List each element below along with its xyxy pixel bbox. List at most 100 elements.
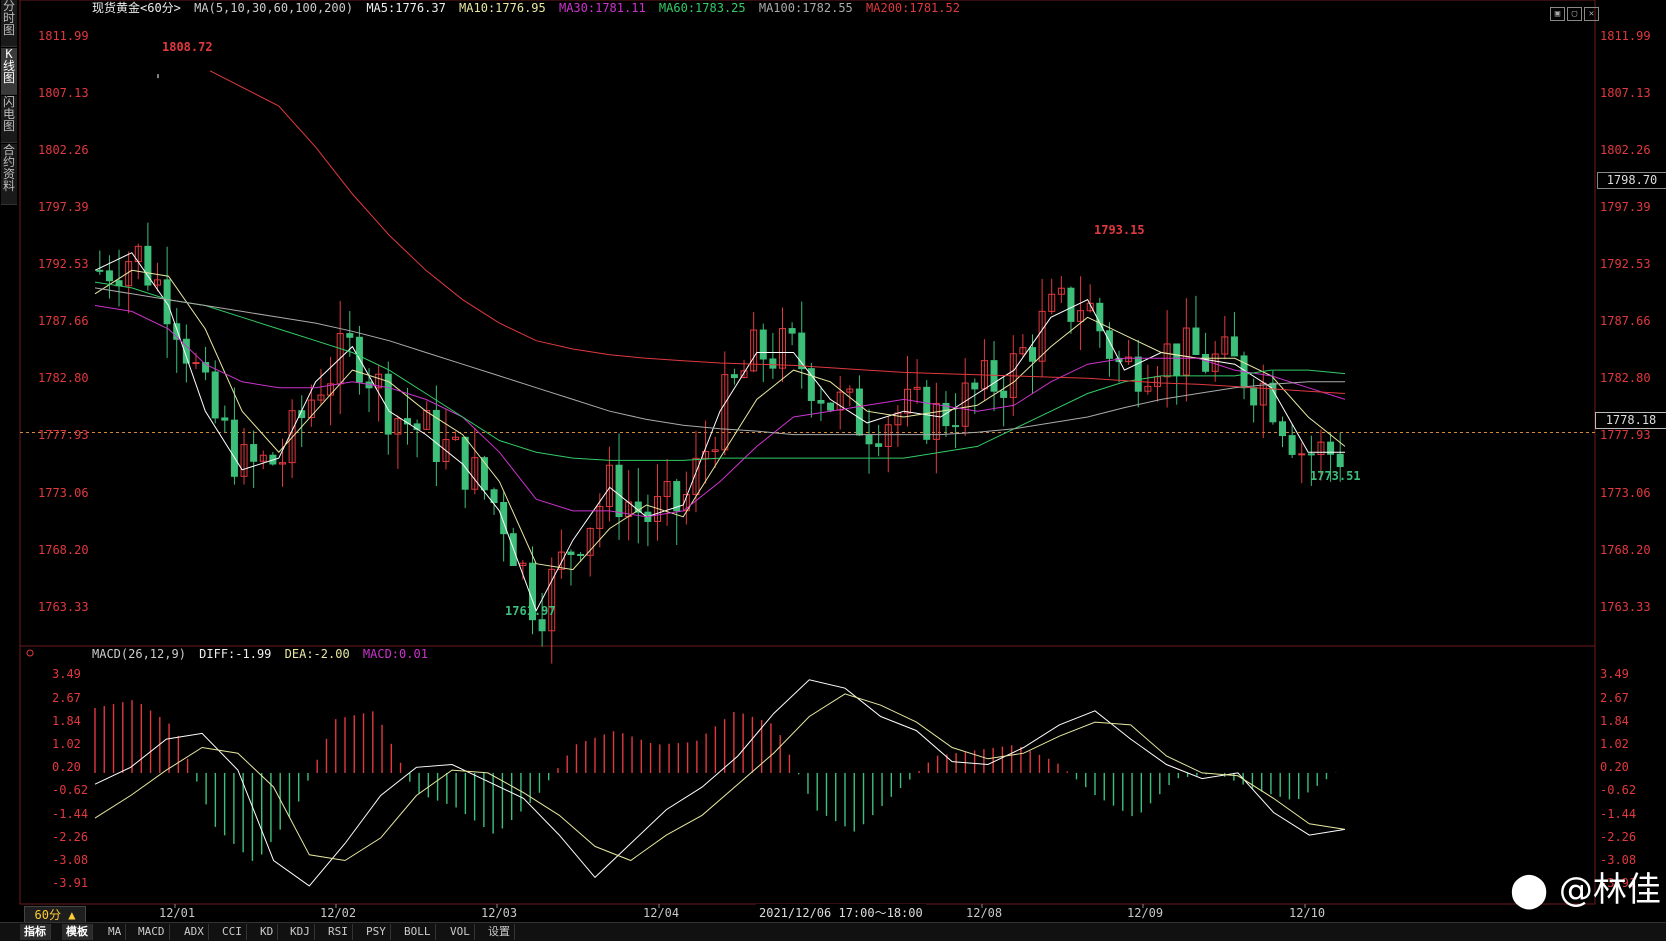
price-tick-left: 1811.99 — [38, 28, 89, 43]
macd-tick-right: -1.44 — [1600, 806, 1637, 821]
macd-tick-left: 2.67 — [52, 690, 81, 705]
instrument-name: 现货黄金<60分> — [92, 1, 181, 15]
candle-body — [865, 434, 873, 445]
candle-body — [759, 329, 767, 360]
price-tick-right: 1797.39 — [1600, 200, 1651, 215]
ma5-value: MA5:1776.37 — [366, 1, 446, 15]
candle-body — [730, 374, 738, 379]
trough-low2-label: 1773.51 — [1310, 469, 1361, 483]
macd-value: MACD:0.01 — [362, 647, 428, 661]
candle-body — [1288, 435, 1296, 455]
ma200-value: MA200:1781.52 — [866, 1, 960, 15]
price-tick-left: 1807.13 — [38, 85, 89, 100]
indicator-tab[interactable]: PSY — [362, 924, 391, 940]
chart-canvas[interactable] — [0, 0, 1666, 940]
price-tick-left: 1763.33 — [38, 599, 89, 614]
macd-tick-right: 2.67 — [1600, 690, 1629, 705]
macd-settings-icon — [26, 649, 34, 657]
indicator-tab[interactable]: 模板 — [62, 924, 93, 940]
candle-body — [346, 333, 354, 338]
restore-icon[interactable]: ▣ — [1550, 7, 1565, 21]
indicator-tab[interactable]: CCI — [218, 924, 247, 940]
candle-body — [230, 419, 238, 477]
maximize-icon[interactable]: ▢ — [1567, 7, 1582, 21]
date-tick: 12/02 — [320, 906, 357, 920]
price-tick-right: 1787.66 — [1600, 314, 1651, 329]
price-tick-left: 1768.20 — [38, 542, 89, 557]
price-tick-right: 1763.33 — [1600, 599, 1651, 614]
candle-body — [952, 425, 960, 428]
macd-tick-right: 0.20 — [1600, 760, 1629, 775]
dea-value: DEA:-2.00 — [284, 647, 350, 661]
candle-body — [1000, 390, 1008, 398]
ma-line-ma10 — [94, 269, 1346, 571]
macd-tick-right: -0.62 — [1600, 783, 1637, 798]
trough-low-label: 1761.97 — [505, 604, 556, 618]
indicator-tab[interactable]: 设置 — [484, 924, 515, 940]
candle-body — [567, 551, 575, 555]
candle-body — [461, 436, 469, 490]
indicator-tab[interactable]: RSI — [324, 924, 353, 940]
price-tick-left: 1787.66 — [38, 314, 89, 329]
close-icon[interactable]: ✕ — [1584, 7, 1599, 21]
ma-line-ma5 — [94, 252, 1345, 612]
candle-body — [1250, 387, 1258, 406]
macd-tick-left: -3.91 — [52, 876, 89, 891]
candle-body — [211, 371, 219, 419]
candle-body — [1336, 453, 1344, 468]
indicator-tab[interactable]: BOLL — [400, 924, 436, 940]
price-tick-right: 1807.13 — [1600, 85, 1651, 100]
candle-body — [855, 388, 863, 436]
candle-body — [105, 270, 113, 282]
price-tick-right: 1777.93 — [1600, 428, 1651, 443]
price-tick-left: 1777.93 — [38, 428, 89, 443]
indicator-tab-bar: 指标 模板 MA MACD ADX CCI KD KDJ RSI PSY BOLL VOL 设置 — [0, 922, 1666, 941]
candle-body — [1202, 353, 1210, 372]
candle-body — [769, 358, 777, 369]
candle-body — [96, 269, 104, 272]
macd-tick-left: -1.44 — [52, 806, 89, 821]
macd-params: MACD(26,12,9) — [92, 647, 186, 661]
candle-body — [615, 464, 623, 518]
candle-body — [875, 443, 883, 447]
indicator-tab[interactable]: VOL — [446, 924, 475, 940]
indicator-tab[interactable]: MACD — [134, 924, 170, 940]
indicator-tab[interactable]: KD — [256, 924, 279, 940]
date-tick: 12/10 — [1289, 906, 1326, 920]
crosshair-time-label: 2021/12/06 17:00～18:00 — [756, 904, 926, 921]
price-tick-right: 1782.80 — [1600, 371, 1651, 386]
indicator-tab[interactable]: ADX — [180, 924, 209, 940]
ma10-value: MA10:1776.95 — [459, 1, 546, 15]
macd-tick-left: 1.02 — [52, 737, 81, 752]
candle-body — [1029, 347, 1036, 362]
price-tick-right: 1768.20 — [1600, 542, 1651, 557]
peak-high-label: 1808.72 — [162, 40, 213, 54]
indicator-tab[interactable]: MA — [104, 924, 127, 940]
date-tick: 12/04 — [643, 906, 680, 920]
current-price-box: 1778.18 — [1595, 412, 1666, 429]
diff-value: DIFF:-1.99 — [199, 647, 272, 661]
macd-line-dea — [94, 693, 1346, 862]
candle-body — [577, 553, 585, 556]
candle-body — [807, 368, 815, 401]
candle-body — [788, 328, 796, 334]
price-tick-left: 1782.80 — [38, 371, 89, 386]
candle-body — [192, 362, 200, 365]
crosshair-price-box: 1798.70 — [1597, 172, 1666, 189]
ma100-value: MA100:1782.55 — [758, 1, 853, 15]
macd-tick-left: 3.49 — [52, 667, 81, 682]
candle-body — [115, 280, 123, 287]
peak-high2-label: 1793.15 — [1094, 223, 1145, 237]
ma60-value: MA60:1783.25 — [658, 1, 746, 15]
indicator-tab[interactable]: 指标 — [20, 924, 51, 940]
macd-tick-left: 0.20 — [52, 760, 81, 775]
macd-tick-right: 1.84 — [1600, 713, 1629, 728]
macd-tick-left: -3.08 — [52, 852, 89, 867]
candle-body — [827, 402, 835, 411]
ma-line-ma100 — [94, 287, 1345, 436]
indicator-tab[interactable]: KDJ — [286, 924, 315, 940]
watermark: ⬤ @林佳 — [1510, 862, 1661, 911]
candle-body — [1307, 453, 1315, 456]
candle-body — [163, 279, 171, 325]
price-tick-left: 1792.53 — [38, 257, 89, 272]
